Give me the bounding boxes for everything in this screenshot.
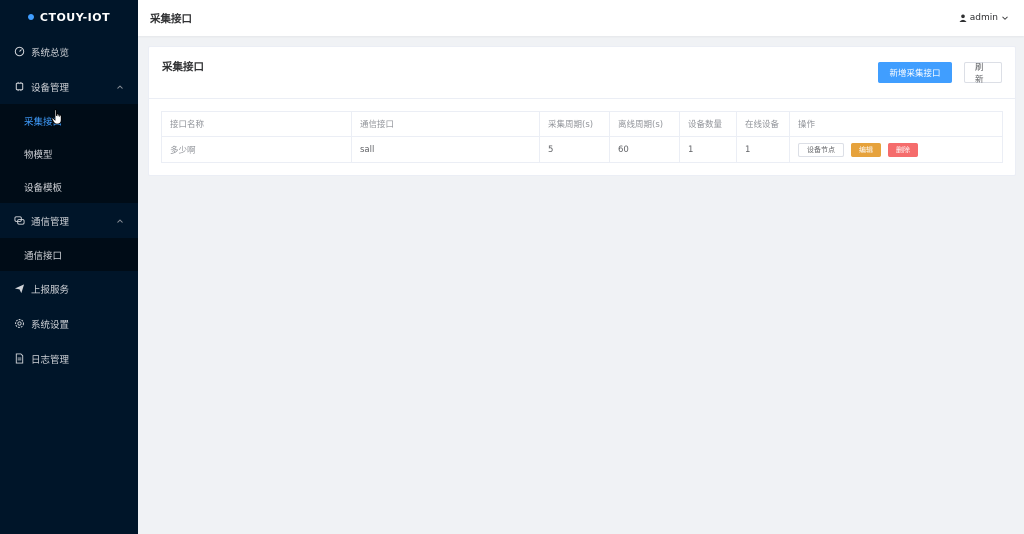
- cell-period: 5: [540, 137, 610, 162]
- sidebar: CTOUY-IOT 系统总览 设备管理 采集接口 物模型 设备模板 通信管理 通…: [0, 0, 138, 534]
- collection-interface-card: 采集接口 新增采集接口 刷新 接口名称 通信接口 采集周期(s) 离线周期(s)…: [148, 46, 1016, 176]
- chevron-up-icon: [117, 84, 123, 89]
- cell-offline-period: 60: [610, 137, 680, 162]
- sidebar-item-label: 通信管理: [31, 216, 70, 228]
- top-header: 采集接口 admin: [138, 0, 1024, 36]
- card-actions: 新增采集接口 刷新: [878, 62, 1002, 85]
- add-interface-button[interactable]: 新增采集接口: [878, 62, 952, 83]
- sidebar-item-device-management[interactable]: 设备管理: [0, 69, 138, 104]
- interface-table: 接口名称 通信接口 采集周期(s) 离线周期(s) 设备数量 在线设备 操作 多…: [161, 111, 1003, 163]
- column-header: 接口名称: [162, 112, 352, 136]
- sidebar-item-label: 日志管理: [31, 354, 70, 366]
- logo-dot-icon: [27, 14, 34, 20]
- sidebar-subitem-label: 设备模板: [24, 182, 63, 194]
- chip-icon: [13, 81, 25, 93]
- cell-actions: 设备节点 编辑 删除: [790, 137, 1002, 162]
- logo-text: CTOUY-IOT: [39, 10, 111, 24]
- dashboard-icon: [13, 46, 25, 58]
- cell-name: 多少啊: [162, 137, 352, 162]
- sidebar-subitem-device-template[interactable]: 设备模板: [0, 170, 138, 203]
- username: admin: [969, 13, 998, 23]
- column-header: 在线设备: [737, 112, 790, 136]
- sidebar-item-label: 上报服务: [31, 284, 70, 296]
- user-icon: [959, 14, 967, 22]
- send-icon: [13, 283, 25, 295]
- chevron-down-icon: [1002, 16, 1008, 20]
- chevron-up-icon: [117, 218, 123, 223]
- column-header: 操作: [798, 120, 816, 130]
- app-logo[interactable]: CTOUY-IOT: [0, 0, 138, 34]
- user-menu[interactable]: admin: [959, 13, 1012, 23]
- table-row: 多少啊 sall 5 60 1 1 设备节点 编辑 删除: [162, 137, 1002, 162]
- sidebar-subitem-collection-interface[interactable]: 采集接口: [0, 104, 138, 137]
- sidebar-item-report-service[interactable]: 上报服务: [0, 271, 138, 306]
- sidebar-subitem-label: 通信接口: [24, 250, 63, 262]
- column-header: 通信接口: [352, 112, 540, 136]
- sidebar-subitem-thing-model[interactable]: 物模型: [0, 137, 138, 170]
- sidebar-item-log-management[interactable]: 日志管理: [0, 341, 138, 376]
- cell-online-devices: 1: [737, 137, 790, 162]
- device-node-button[interactable]: 设备节点: [798, 142, 844, 157]
- column-header: 离线周期(s): [610, 112, 680, 136]
- document-icon: [13, 353, 25, 365]
- sidebar-subitem-label: 物模型: [24, 149, 53, 161]
- column-header: 采集周期(s): [540, 112, 610, 136]
- sidebar-item-communication-management[interactable]: 通信管理: [0, 203, 138, 238]
- edit-button[interactable]: 编辑: [851, 142, 881, 157]
- refresh-button[interactable]: 刷新: [964, 62, 1002, 85]
- card-title: 采集接口: [162, 61, 204, 73]
- hand-cursor-icon: [51, 109, 62, 125]
- card-header: 采集接口 新增采集接口 刷新: [149, 47, 1015, 99]
- sidebar-subitem-communication-interface[interactable]: 通信接口: [0, 238, 138, 271]
- sidebar-item-label: 系统总览: [31, 47, 70, 59]
- chat-icon: [13, 215, 25, 227]
- table-header-row: 接口名称 通信接口 采集周期(s) 离线周期(s) 设备数量 在线设备 操作: [162, 112, 1002, 137]
- gear-icon: [13, 318, 25, 330]
- delete-button[interactable]: 删除: [888, 142, 918, 157]
- sidebar-item-label: 设备管理: [31, 82, 70, 94]
- page-title: 采集接口: [150, 12, 192, 25]
- column-header: 设备数量: [680, 112, 737, 136]
- sidebar-item-label: 系统设置: [31, 319, 70, 331]
- cell-comm-interface: sall: [352, 137, 540, 162]
- sidebar-item-overview[interactable]: 系统总览: [0, 34, 138, 69]
- sidebar-item-system-settings[interactable]: 系统设置: [0, 306, 138, 341]
- cell-device-count: 1: [680, 137, 737, 162]
